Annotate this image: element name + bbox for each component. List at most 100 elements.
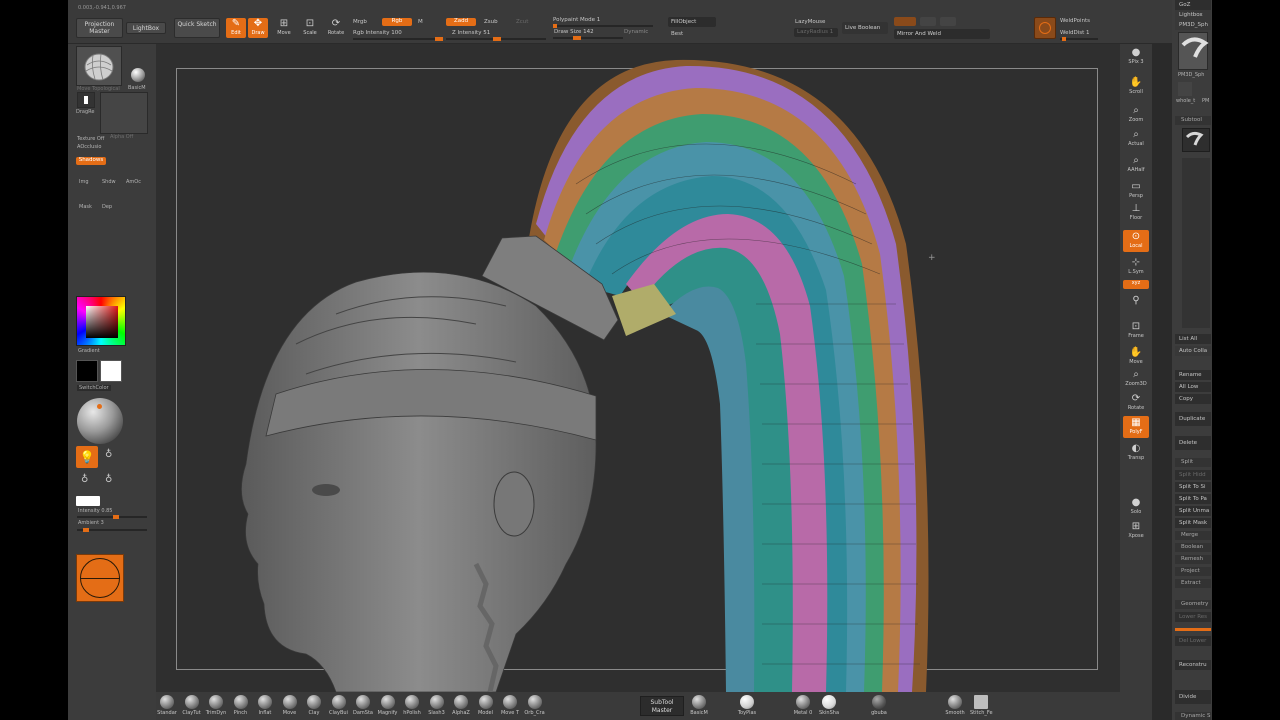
main-color-swatch[interactable] [100, 360, 122, 382]
stitch-brush-button[interactable]: Stitch_Fe [970, 695, 993, 716]
z-intensity-knob[interactable] [493, 37, 501, 41]
subtool-header[interactable]: Subtool [1175, 116, 1211, 125]
persp-button[interactable]: ▭ Persp [1123, 180, 1149, 202]
stroke-thumbnail[interactable] [77, 92, 95, 108]
lightcap-preview[interactable] [76, 554, 124, 602]
smooth-brush-button[interactable]: Smooth [944, 695, 966, 716]
gbuba-button[interactable]: gbuba [868, 695, 890, 716]
project-header[interactable]: Project [1175, 567, 1211, 576]
list-all-button[interactable]: List All [1175, 334, 1211, 344]
quick-sketch-button[interactable]: Quick Sketch [174, 18, 220, 38]
split-to-parts-button[interactable]: Split To Pa [1175, 494, 1211, 504]
divide-button[interactable]: Divide [1175, 690, 1211, 704]
brush-button[interactable]: Standar [156, 695, 178, 716]
lazyradius-slider[interactable]: LazyRadius 1 [794, 28, 838, 37]
auto-collapse-button[interactable]: Auto Colla [1175, 346, 1211, 356]
solo-button[interactable]: ● Solo [1123, 496, 1149, 518]
floor-button[interactable]: ⊥ Floor [1123, 202, 1149, 224]
amoc-toggle[interactable]: AmOc [126, 179, 141, 185]
light-color-swatch[interactable] [76, 496, 100, 506]
intensity-slider[interactable] [77, 515, 147, 519]
intensity-knob[interactable] [113, 515, 119, 519]
light-bulb-icon-4[interactable]: ♁ [105, 474, 112, 485]
weldpoints-toggle[interactable]: WeldPoints [1060, 18, 1090, 24]
brush-button[interactable]: Slash3 [426, 695, 448, 716]
subtool-list-area[interactable] [1182, 158, 1210, 328]
copy-button[interactable]: Copy [1175, 394, 1211, 404]
zoom3d-button[interactable]: ⌕ Zoom3D [1123, 368, 1149, 390]
aahalf-button[interactable]: ⌕ AAHalf [1123, 154, 1149, 176]
rotate-axis-button[interactable]: ⚲ [1123, 294, 1149, 314]
mirror-toggle-3[interactable] [940, 17, 956, 26]
brush-button[interactable]: Inflat [254, 695, 276, 716]
rgb-intensity-knob[interactable] [435, 37, 443, 41]
polyf-button[interactable]: ▦ PolyF [1123, 416, 1149, 438]
reconstruct-button[interactable]: Reconstru [1175, 660, 1211, 670]
mask-toggle[interactable]: Mask [79, 204, 92, 210]
rgb-intensity-slider[interactable] [353, 37, 443, 41]
extract-header[interactable]: Extract [1175, 579, 1211, 588]
brush-button[interactable]: Orb_Cra [524, 695, 546, 716]
dynamic-subdiv-header[interactable]: Dynamic S [1175, 712, 1211, 720]
del-lower-button[interactable]: Del Lower [1175, 636, 1211, 646]
right-scroll-gutter[interactable] [1152, 44, 1172, 720]
color-square[interactable] [86, 306, 118, 338]
projection-master-button[interactable]: Projection Master [76, 18, 123, 38]
polypaint-mode-slider[interactable] [553, 24, 653, 28]
material-sphere-icon[interactable] [131, 68, 145, 82]
dep-toggle[interactable]: Dep [102, 204, 112, 210]
zcut-toggle[interactable]: Zcut [516, 19, 528, 25]
brush-button[interactable]: Move T [499, 695, 521, 716]
ambient-slider[interactable] [77, 528, 147, 532]
draw-size-knob[interactable] [573, 36, 581, 40]
subtool-list-item[interactable] [1182, 128, 1210, 152]
light-bulb-icon-3[interactable]: ♁ [81, 474, 88, 485]
mirror-and-weld-button[interactable]: Mirror And Weld [894, 29, 990, 39]
zoom-button[interactable]: ⌕ Zoom [1123, 104, 1149, 126]
brush-button[interactable]: Move [279, 695, 301, 716]
rgb-toggle[interactable]: Rgb [382, 18, 412, 26]
draw-size-slider[interactable] [553, 36, 623, 40]
split-unmasked-button[interactable]: Split Unma [1175, 506, 1211, 516]
remesh-header[interactable]: Remesh [1175, 555, 1211, 564]
xyz-button[interactable]: xyz [1123, 280, 1149, 289]
shdw-toggle[interactable]: Shdw [102, 179, 116, 185]
light-bulb-icon-2[interactable]: ♁ [105, 449, 112, 460]
light-sphere[interactable] [77, 398, 123, 444]
brush-button[interactable]: Clay [303, 695, 325, 716]
mirror-toggle-1[interactable] [894, 17, 916, 26]
brush-button[interactable]: Magnify [377, 695, 399, 716]
edit-tool-button[interactable]: ✎ Edit [226, 18, 246, 38]
m-toggle[interactable]: M [418, 19, 423, 25]
duplicate-button[interactable]: Duplicate [1175, 412, 1211, 426]
welddist-track[interactable] [1060, 37, 1098, 41]
lazymouse-toggle[interactable]: LazyMouse [795, 19, 825, 25]
sdiv-slider[interactable] [1175, 628, 1211, 631]
basic-material-button[interactable]: BasicM [688, 695, 710, 716]
alpha-thumbnail[interactable] [100, 92, 148, 134]
split-masked-button[interactable]: Split Mask [1175, 518, 1211, 528]
brush-button[interactable]: TrimDyn [205, 695, 227, 716]
subtool-master-button[interactable]: SubTool Master [640, 696, 684, 716]
merge-header[interactable]: Merge [1175, 531, 1211, 540]
light-position-dot[interactable] [97, 404, 102, 409]
brush-thumbnail[interactable] [76, 46, 122, 86]
zsub-toggle[interactable]: Zsub [484, 19, 498, 25]
toyplas-material-button[interactable]: ToyPlas [736, 695, 758, 716]
best-button[interactable]: Best [671, 31, 683, 37]
color-picker[interactable] [76, 296, 126, 346]
move-tool-button[interactable]: ⊞ Move [274, 18, 294, 38]
frame-button[interactable]: ⊡ Frame [1123, 320, 1149, 342]
polypaint-knob[interactable] [553, 24, 557, 28]
polypaint-mode-label[interactable]: Polypaint Mode 1 [553, 17, 600, 23]
ambient-knob[interactable] [83, 528, 89, 532]
weld-icon-button[interactable] [1034, 17, 1056, 39]
dynamic-toggle[interactable]: Dynamic [624, 29, 648, 35]
mirror-toggle-2[interactable] [920, 17, 936, 26]
secondary-color-swatch[interactable] [76, 360, 98, 382]
brush-button[interactable]: hPolish [401, 695, 423, 716]
brush-button[interactable]: AlphaZ [450, 695, 472, 716]
tool-thumbnail[interactable] [1178, 32, 1209, 70]
shadows-toggle[interactable]: Shadows [76, 157, 106, 165]
light-bulb-on-icon[interactable]: 💡 [76, 446, 98, 468]
